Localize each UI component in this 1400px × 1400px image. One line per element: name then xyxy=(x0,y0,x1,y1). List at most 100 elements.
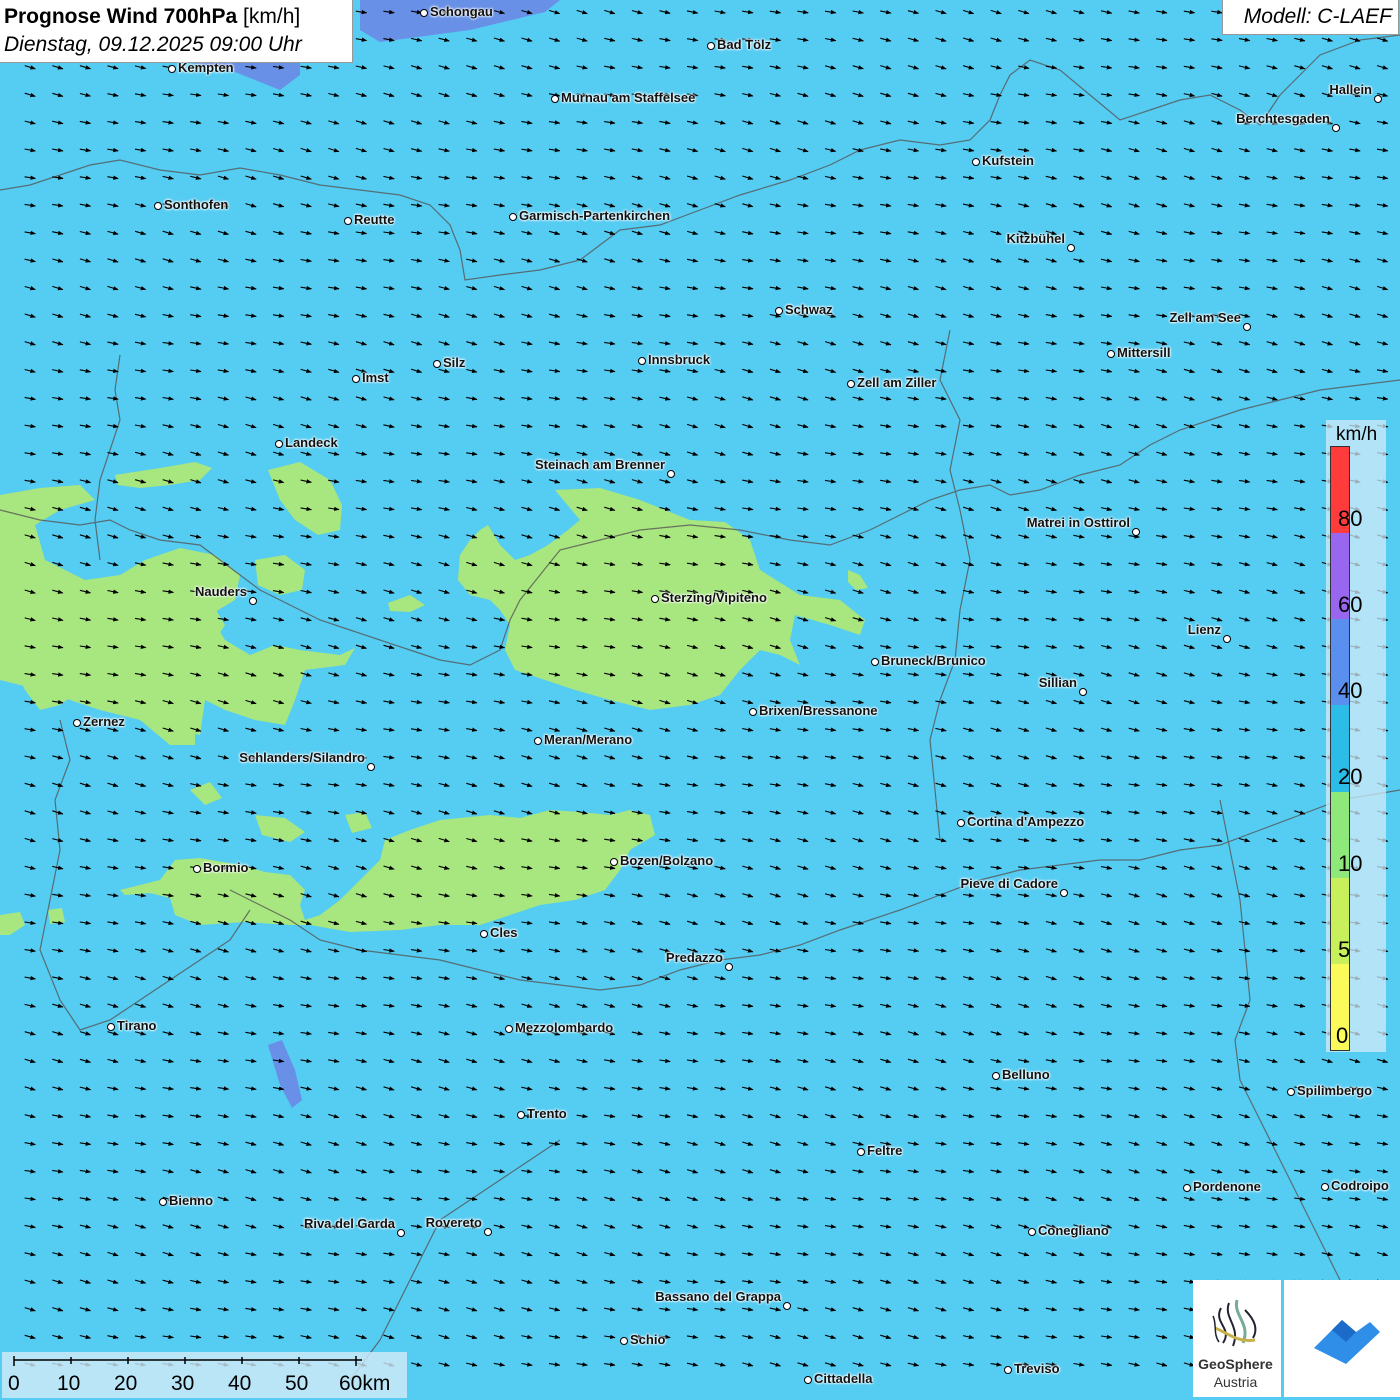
wind-arrow xyxy=(797,837,809,843)
wind-arrow xyxy=(852,1251,864,1257)
wind-arrow xyxy=(1266,975,1278,981)
wind-arrow xyxy=(1238,1169,1251,1174)
wind-arrow xyxy=(686,976,699,981)
wind-arrow xyxy=(1018,644,1030,650)
wind-arrow xyxy=(1045,424,1058,429)
wind-arrow xyxy=(1183,534,1196,539)
wind-arrow xyxy=(1266,810,1278,815)
wind-arrow xyxy=(245,175,257,180)
wind-arrow xyxy=(1183,1031,1196,1036)
wind-arrow xyxy=(493,258,506,263)
wind-arrow xyxy=(604,1141,616,1146)
wind-arrow xyxy=(355,1113,368,1119)
geosphere-logo[interactable]: GeoSphere Austria xyxy=(1193,1280,1281,1397)
wind-arrow xyxy=(1294,1169,1306,1174)
wind-arrow xyxy=(990,948,1002,953)
wind-arrow xyxy=(1266,1196,1278,1202)
wind-arrow xyxy=(686,258,699,263)
city-label: Sterzing/Vipiteno xyxy=(661,590,767,605)
wind-arrow xyxy=(1238,396,1251,401)
wind-arrow xyxy=(383,451,395,456)
model-label: Modell: C-LAEF xyxy=(1243,5,1392,28)
wind-arrow xyxy=(493,1334,506,1340)
wind-arrow xyxy=(1294,589,1306,594)
wind-arrow xyxy=(742,368,754,374)
wind-arrow xyxy=(852,230,864,236)
wind-arrow xyxy=(1294,175,1306,180)
wind-arrow xyxy=(1266,203,1278,208)
wind-arrow xyxy=(410,755,423,760)
wind-arrow xyxy=(1211,424,1223,429)
city-marker xyxy=(1079,688,1087,696)
wind-arrow xyxy=(1349,203,1361,208)
wind-map[interactable]: Prognose Wind 700hPa [km/h] Dienstag, 09… xyxy=(0,0,1400,1400)
wind-arrow xyxy=(79,534,92,539)
legend-tick-label: 0 xyxy=(1336,1022,1349,1048)
city-marker xyxy=(73,719,81,727)
wind-arrow xyxy=(852,258,864,263)
wind-arrow xyxy=(1018,341,1030,346)
wind-arrow xyxy=(1100,975,1113,981)
wind-arrow xyxy=(852,589,864,594)
wind-arrow xyxy=(1211,92,1223,98)
wind-arrow xyxy=(1156,1141,1168,1146)
wind-arrow xyxy=(1294,92,1306,98)
wind-arrow xyxy=(1128,1141,1140,1146)
wind-arrow xyxy=(686,1086,699,1091)
wind-arrow xyxy=(1100,920,1113,926)
wind-arrow xyxy=(962,285,975,291)
wind-arrow xyxy=(631,1252,644,1257)
wind-arrow xyxy=(521,1279,533,1284)
wind-arrow xyxy=(880,1031,892,1036)
wind-arrow xyxy=(880,561,892,567)
wind-arrow xyxy=(438,175,450,180)
wind-arrow xyxy=(935,1224,947,1229)
wind-arrow xyxy=(107,65,119,70)
wind-arrow xyxy=(466,672,478,677)
wind-arrow xyxy=(79,1003,92,1008)
wind-arrow xyxy=(1045,37,1058,42)
wind-arrow xyxy=(466,782,478,788)
wind-arrow xyxy=(548,203,561,208)
wind-arrow xyxy=(604,1307,616,1312)
wind-arrow xyxy=(769,37,782,42)
wind-arrow xyxy=(714,1224,726,1229)
wind-arrow xyxy=(576,9,588,15)
wind-arrow xyxy=(410,37,423,42)
wind-arrow xyxy=(1045,920,1058,926)
weather-app-logo[interactable] xyxy=(1284,1280,1400,1397)
wind-arrow xyxy=(990,1307,1002,1312)
wind-arrow xyxy=(355,120,368,125)
wind-arrow xyxy=(493,644,506,650)
wind-arrow xyxy=(52,65,64,70)
city-label: Steinach am Brenner xyxy=(534,457,665,472)
wind-arrow xyxy=(466,1251,478,1257)
wind-arrow xyxy=(1045,258,1058,263)
wind-arrow xyxy=(990,1362,1002,1367)
wind-arrow xyxy=(245,258,257,263)
wind-arrow xyxy=(1266,672,1278,677)
wind-arrow xyxy=(631,258,644,263)
wind-arrow xyxy=(1183,589,1196,594)
wind-arrow xyxy=(548,479,561,484)
wind-arrow xyxy=(880,396,892,401)
wind-arrow xyxy=(1238,920,1251,926)
wind-arrow xyxy=(24,1086,36,1091)
wind-arrow xyxy=(1018,92,1030,98)
city-label: Cortina d'Ampezzo xyxy=(967,814,1085,829)
wind-arrow xyxy=(52,147,64,153)
wind-arrow xyxy=(1266,451,1278,456)
wind-arrow xyxy=(1128,9,1140,15)
wind-arrow xyxy=(1156,1169,1168,1174)
wind-arrow xyxy=(935,37,947,42)
wind-arrow xyxy=(1211,9,1223,15)
wind-arrow xyxy=(1238,699,1251,705)
wind-arrow xyxy=(466,1058,478,1064)
wind-arrow xyxy=(1156,341,1168,346)
wind-arrow xyxy=(1128,175,1140,180)
wind-arrow xyxy=(107,1058,119,1064)
wind-arrow xyxy=(1100,672,1113,677)
wind-arrow xyxy=(990,120,1002,125)
wind-arrow xyxy=(1211,341,1223,346)
wind-arrow xyxy=(1321,230,1334,236)
